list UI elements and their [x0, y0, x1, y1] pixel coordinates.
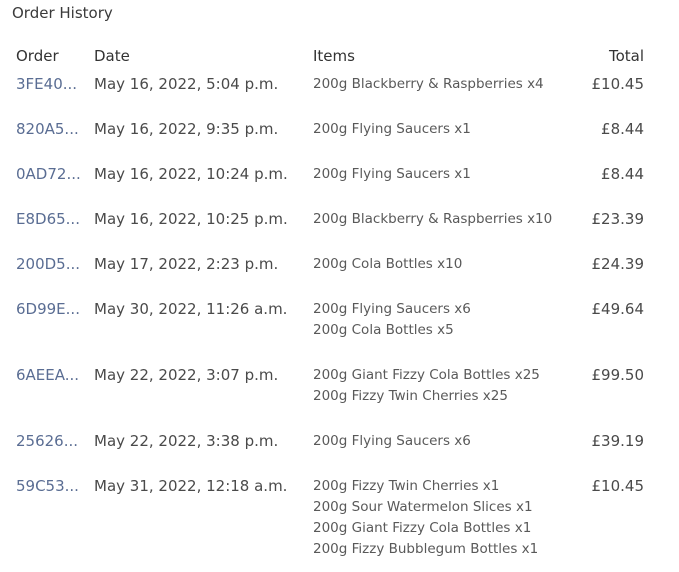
table-row[interactable]: 6AEEA... May 22, 2022, 3:07 p.m. 200g Gian…	[0, 361, 660, 427]
order-items-cell: 200g Flying Saucers x6 200g Cola Bottles …	[313, 295, 583, 361]
order-item: 200g Fizzy Bubblegum Bottles x1	[313, 541, 539, 557]
order-id-cell: 200D5...	[0, 250, 94, 295]
column-header-order: Order	[16, 47, 59, 65]
order-total-cell: £10.45	[591, 477, 645, 495]
order-items-cell: 200g Blackberry & Raspberries x10	[313, 205, 583, 250]
column-header-items: Items	[313, 47, 355, 65]
order-date-cell: May 16, 2022, 5:04 p.m.	[94, 75, 279, 93]
table-body: 3FE40... May 16, 2022, 5:04 p.m. 200g Blac…	[0, 70, 660, 572]
order-date-cell: May 16, 2022, 10:25 p.m.	[94, 210, 288, 228]
order-items-cell: 200g Blackberry & Raspberries x4	[313, 70, 583, 115]
order-item: 200g Flying Saucers x6	[313, 301, 471, 317]
order-item: 200g Blackberry & Raspberries x4	[313, 76, 544, 92]
order-item: 200g Blackberry & Raspberries x10	[313, 211, 553, 227]
order-id-link[interactable]: 25626...	[16, 432, 78, 450]
order-date-cell: May 31, 2022, 12:18 a.m.	[94, 477, 288, 495]
order-id-cell: 3FE40...	[0, 70, 94, 115]
order-item: 200g Flying Saucers x6	[313, 433, 471, 449]
order-item: 200g Sour Watermelon Slices x1	[313, 499, 533, 515]
table-row[interactable]: 3FE40... May 16, 2022, 5:04 p.m. 200g Blac…	[0, 70, 660, 115]
table-row[interactable]: 25626... May 22, 2022, 3:38 p.m. 200g Flyi…	[0, 427, 660, 472]
order-items-cell: 200g Flying Saucers x6	[313, 427, 583, 472]
table-row[interactable]: 820A5... May 16, 2022, 9:35 p.m. 200g Flyi…	[0, 115, 660, 160]
order-items-cell: 200g Fizzy Twin Cherries x1 200g Sour Wat…	[313, 472, 583, 572]
table-row[interactable]: 200D5... May 17, 2022, 2:23 p.m. 200g Cola…	[0, 250, 660, 295]
order-item: 200g Cola Bottles x5	[313, 322, 454, 338]
order-total-cell: £99.50	[591, 366, 645, 384]
order-items-cell: 200g Flying Saucers x1	[313, 160, 583, 205]
order-item: 200g Giant Fizzy Cola Bottles x1	[313, 520, 532, 536]
order-item: 200g Fizzy Twin Cherries x25	[313, 388, 508, 404]
order-item: 200g Fizzy Twin Cherries x1	[313, 478, 500, 494]
order-id-link[interactable]: 200D5...	[16, 255, 80, 273]
order-id-link[interactable]: 820A5...	[16, 120, 79, 138]
order-id-link[interactable]: 59C53...	[16, 477, 79, 495]
order-item: 200g Giant Fizzy Cola Bottles x25	[313, 367, 540, 383]
order-date-cell: May 16, 2022, 9:35 p.m.	[94, 120, 279, 138]
order-id-cell: E8D65...	[0, 205, 94, 250]
page-title: Order History	[12, 4, 113, 22]
order-total-cell: £8.44	[601, 165, 644, 183]
table-row[interactable]: 59C53... May 31, 2022, 12:18 a.m. 200g Fiz…	[0, 472, 660, 572]
order-id-cell: 25626...	[0, 427, 94, 472]
order-total-cell: £8.44	[601, 120, 644, 138]
order-total-cell: £23.39	[591, 210, 645, 228]
order-date-cell: May 22, 2022, 3:38 p.m.	[94, 432, 279, 450]
order-date-cell: May 22, 2022, 3:07 p.m.	[94, 366, 279, 384]
order-date-cell: May 30, 2022, 11:26 a.m.	[94, 300, 288, 318]
column-header-total: Total	[608, 47, 644, 65]
order-id-cell: 59C53...	[0, 472, 94, 572]
table-row[interactable]: 0AD72... May 16, 2022, 10:24 p.m. 200g Fly…	[0, 160, 660, 205]
order-id-cell: 6AEEA...	[0, 361, 94, 427]
order-id-link[interactable]: 6AEEA...	[16, 366, 79, 384]
order-id-link[interactable]: 3FE40...	[16, 75, 77, 93]
order-item: 200g Cola Bottles x10	[313, 256, 463, 272]
table-row[interactable]: 6D99E... May 30, 2022, 11:26 a.m. 200g Fly…	[0, 295, 660, 361]
order-id-link[interactable]: E8D65...	[16, 210, 80, 228]
order-history-panel: Order History Order Date Items Total 3FE…	[0, 0, 679, 572]
order-item: 200g Flying Saucers x1	[313, 121, 471, 137]
order-total-cell: £49.64	[591, 300, 645, 318]
column-header-date: Date	[94, 47, 130, 65]
order-id-link[interactable]: 0AD72...	[16, 165, 81, 183]
order-item: 200g Flying Saucers x1	[313, 166, 471, 182]
order-id-cell: 820A5...	[0, 115, 94, 160]
order-date-cell: May 16, 2022, 10:24 p.m.	[94, 165, 288, 183]
order-id-cell: 0AD72...	[0, 160, 94, 205]
header-row: Order Date Items Total	[0, 42, 660, 70]
order-date-cell: May 17, 2022, 2:23 p.m.	[94, 255, 279, 273]
order-id-link[interactable]: 6D99E...	[16, 300, 80, 318]
table-row[interactable]: E8D65... May 16, 2022, 10:25 p.m. 200g Bla…	[0, 205, 660, 250]
order-total-cell: £24.39	[591, 255, 645, 273]
order-items-cell: 200g Cola Bottles x10	[313, 250, 583, 295]
table-header: Order Date Items Total	[0, 42, 660, 70]
order-items-cell: 200g Giant Fizzy Cola Bottles x25 200g Fi…	[313, 361, 583, 427]
order-history-table: Order Date Items Total 3FE40... May 16, 2…	[0, 42, 660, 572]
order-id-cell: 6D99E...	[0, 295, 94, 361]
order-total-cell: £10.45	[591, 75, 645, 93]
order-total-cell: £39.19	[591, 432, 645, 450]
order-items-cell: 200g Flying Saucers x1	[313, 115, 583, 160]
